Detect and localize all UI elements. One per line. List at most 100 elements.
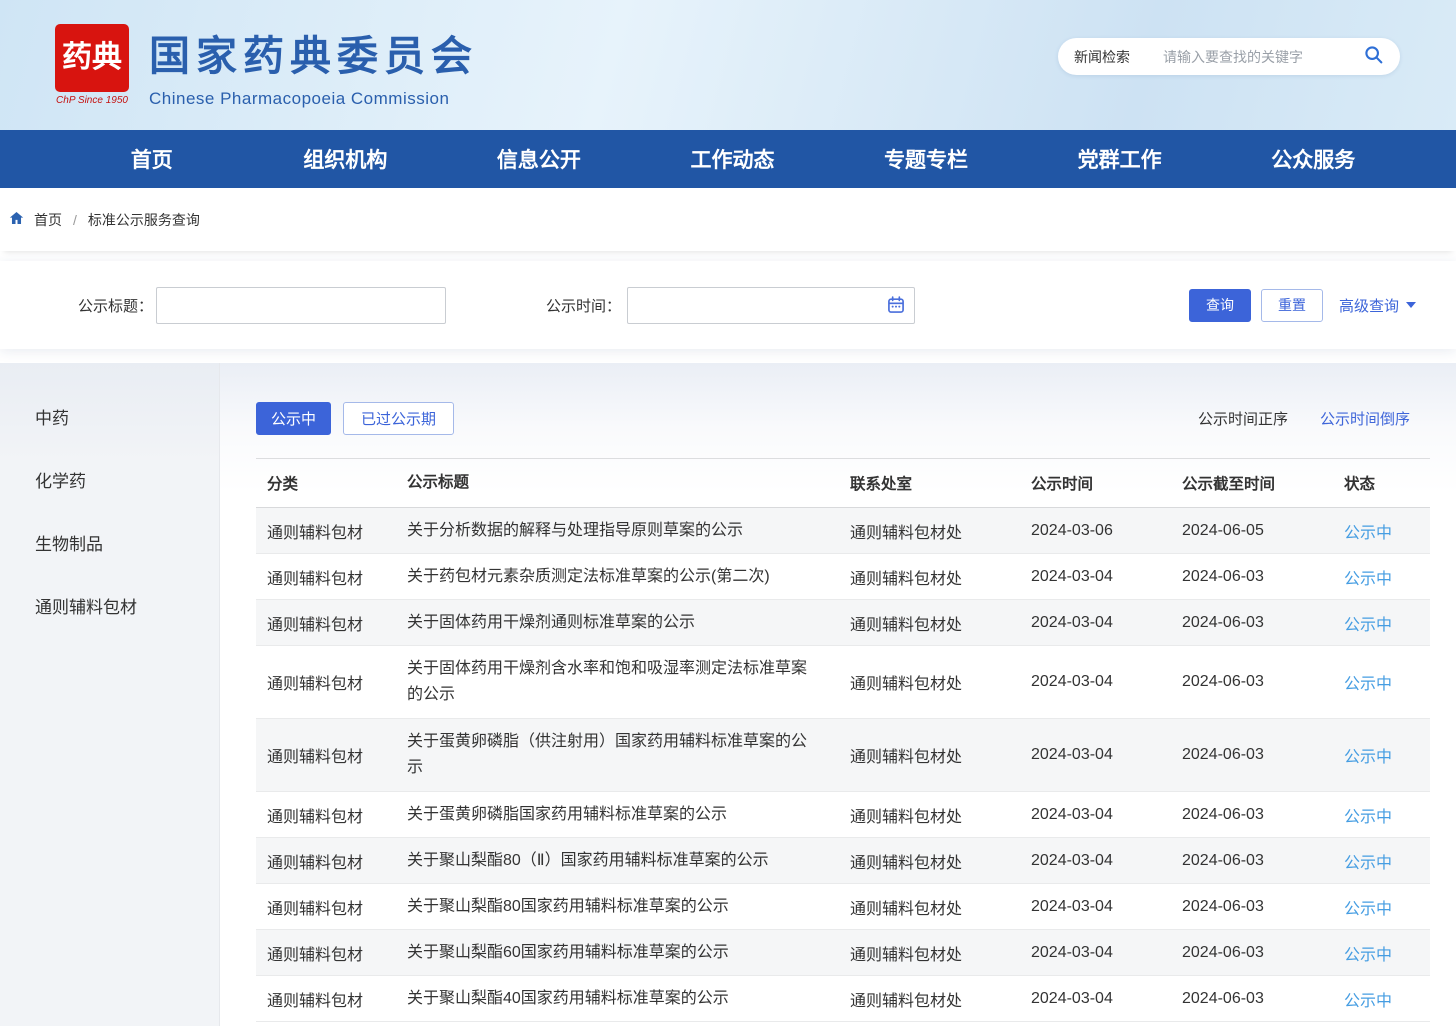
announcement-title-link[interactable]: 关于聚山梨酯60国家药用辅料标准草案的公示 [390,932,840,974]
nav-item-7[interactable]: 公众服务 [1216,144,1410,174]
announcement-title-link[interactable]: 关于固体药用干燥剂通则标准草案的公示 [390,602,840,644]
cell-deadline-date: 2024-06-03 [1145,746,1320,764]
cell-deadline-date: 2024-06-03 [1145,673,1320,691]
cell-department: 通则辅料包材处 [840,670,995,694]
announcement-title-link[interactable]: 关于聚山梨酯80（Ⅱ）国家药用辅料标准草案的公示 [390,840,840,882]
sidebar-item-1[interactable]: 中药 [0,387,219,450]
search-input[interactable] [1163,49,1361,65]
breadcrumb-current: 标准公示服务查询 [88,210,200,230]
reset-button[interactable]: 重置 [1261,289,1323,322]
site-header: 药典 ChP Since 1950 国家药典委员会 Chinese Pharma… [0,0,1456,130]
cell-deadline-date: 2024-06-03 [1145,852,1320,870]
filter-title-label: 公示标题： [78,295,153,316]
announcement-title-link[interactable]: 关于药包材元素杂质测定法标准草案的公示(第二次) [390,556,840,598]
sort-group: 公示时间正序 公示时间倒序 [1198,408,1410,429]
nav-item-3[interactable]: 信息公开 [442,144,636,174]
table-row: 通则辅料包材关于蛋黄卵磷脂（供注射用）国家药用辅料标准草案的公示通则辅料包材处2… [256,719,1430,792]
breadcrumb: 首页 / 标准公示服务查询 [0,188,1456,251]
cell-category: 通则辅料包材 [256,743,390,767]
search-category-select[interactable]: 新闻检索 [1074,47,1130,67]
status-link[interactable]: 公示中 [1320,941,1430,965]
announcement-title-link[interactable]: 关于蛋黄卵磷脂国家药用辅料标准草案的公示 [390,794,840,836]
nav-item-2[interactable]: 组织机构 [249,144,443,174]
table-body: 通则辅料包材关于分析数据的解释与处理指导原则草案的公示通则辅料包材处2024-0… [256,508,1430,1022]
filter-time-label: 公示时间： [546,295,621,316]
breadcrumb-home-link[interactable] [8,210,25,229]
cell-category: 通则辅料包材 [256,895,390,919]
cell-publish-date: 2024-03-04 [995,746,1145,764]
table-row: 通则辅料包材关于固体药用干燥剂含水率和饱和吸湿率测定法标准草案的公示通则辅料包材… [256,646,1430,719]
nav-item-1[interactable]: 首页 [55,144,249,174]
table-row: 通则辅料包材关于聚山梨酯60国家药用辅料标准草案的公示通则辅料包材处2024-0… [256,930,1430,976]
cell-department: 通则辅料包材处 [840,519,995,543]
announcement-title-link[interactable]: 关于分析数据的解释与处理指导原则草案的公示 [390,510,840,552]
sidebar-item-2[interactable]: 化学药 [0,450,219,513]
site-logo[interactable]: 药典 ChP Since 1950 [55,24,129,106]
cell-deadline-date: 2024-06-03 [1145,568,1320,586]
column-header-publish-date: 公示时间 [995,472,1145,494]
cell-publish-date: 2024-03-04 [995,568,1145,586]
tab-expired-publicity[interactable]: 已过公示期 [343,402,454,435]
filter-time-wrap [624,287,915,324]
cell-department: 通则辅料包材处 [840,743,995,767]
cell-category: 通则辅料包材 [256,565,390,589]
sort-descending-link[interactable]: 公示时间倒序 [1320,408,1410,429]
main-nav: 首页组织机构信息公开工作动态专题专栏党群工作公众服务 [0,130,1456,188]
cell-department: 通则辅料包材处 [840,803,995,827]
nav-item-6[interactable]: 党群工作 [1023,144,1217,174]
status-link[interactable]: 公示中 [1320,803,1430,827]
advanced-search-label: 高级查询 [1339,295,1399,316]
nav-item-5[interactable]: 专题专栏 [829,144,1023,174]
status-link[interactable]: 公示中 [1320,987,1430,1011]
nav-item-4[interactable]: 工作动态 [636,144,830,174]
table-row: 通则辅料包材关于蛋黄卵磷脂国家药用辅料标准草案的公示通则辅料包材处2024-03… [256,792,1430,838]
search-button[interactable] [1361,44,1387,70]
table-row: 通则辅料包材关于聚山梨酯40国家药用辅料标准草案的公示通则辅料包材处2024-0… [256,976,1430,1022]
breadcrumb-separator: / [73,212,77,228]
status-link[interactable]: 公示中 [1320,565,1430,589]
query-button[interactable]: 查询 [1189,289,1251,322]
cell-category: 通则辅料包材 [256,611,390,635]
table-row: 通则辅料包材关于聚山梨酯80（Ⅱ）国家药用辅料标准草案的公示通则辅料包材处202… [256,838,1430,884]
status-link[interactable]: 公示中 [1320,670,1430,694]
cell-publish-date: 2024-03-04 [995,806,1145,824]
status-link[interactable]: 公示中 [1320,849,1430,873]
calendar-icon[interactable] [886,295,906,320]
column-header-category: 分类 [256,472,390,494]
cell-publish-date: 2024-03-04 [995,614,1145,632]
cell-category: 通则辅料包材 [256,519,390,543]
search-icon [1363,44,1385,69]
filter-time-input[interactable] [627,287,915,324]
sidebar-item-3[interactable]: 生物制品 [0,513,219,576]
status-link[interactable]: 公示中 [1320,611,1430,635]
cell-publish-date: 2024-03-04 [995,673,1145,691]
announcement-title-link[interactable]: 关于固体药用干燥剂含水率和饱和吸湿率测定法标准草案的公示 [390,648,840,716]
column-header-deadline: 公示截至时间 [1145,472,1320,494]
cell-publish-date: 2024-03-04 [995,990,1145,1008]
cell-deadline-date: 2024-06-05 [1145,522,1320,540]
home-icon [8,210,25,229]
announcement-title-link[interactable]: 关于聚山梨酯40国家药用辅料标准草案的公示 [390,978,840,1020]
status-link[interactable]: 公示中 [1320,743,1430,767]
announcement-title-link[interactable]: 关于蛋黄卵磷脂（供注射用）国家药用辅料标准草案的公示 [390,721,840,789]
cell-publish-date: 2024-03-04 [995,852,1145,870]
filter-title-input[interactable] [156,287,446,324]
cell-publish-date: 2024-03-06 [995,522,1145,540]
sort-ascending-link[interactable]: 公示时间正序 [1198,408,1288,429]
cell-category: 通则辅料包材 [256,849,390,873]
sidebar-item-4[interactable]: 通则辅料包材 [0,576,219,639]
cell-category: 通则辅料包材 [256,670,390,694]
table-row: 通则辅料包材关于聚山梨酯80国家药用辅料标准草案的公示通则辅料包材处2024-0… [256,884,1430,930]
cell-department: 通则辅料包材处 [840,987,995,1011]
status-link[interactable]: 公示中 [1320,895,1430,919]
site-title: 国家药典委员会 [149,22,478,82]
site-search: 新闻检索 [1058,38,1400,75]
status-link[interactable]: 公示中 [1320,519,1430,543]
table-row: 通则辅料包材关于固体药用干燥剂通则标准草案的公示通则辅料包材处2024-03-0… [256,600,1430,646]
tab-in-publicity[interactable]: 公示中 [256,402,331,435]
breadcrumb-home-label[interactable]: 首页 [34,210,62,230]
announcement-title-link[interactable]: 关于聚山梨酯80国家药用辅料标准草案的公示 [390,886,840,928]
column-header-department: 联系处室 [840,472,995,494]
advanced-search-link[interactable]: 高级查询 [1339,295,1416,316]
cell-publish-date: 2024-03-04 [995,898,1145,916]
